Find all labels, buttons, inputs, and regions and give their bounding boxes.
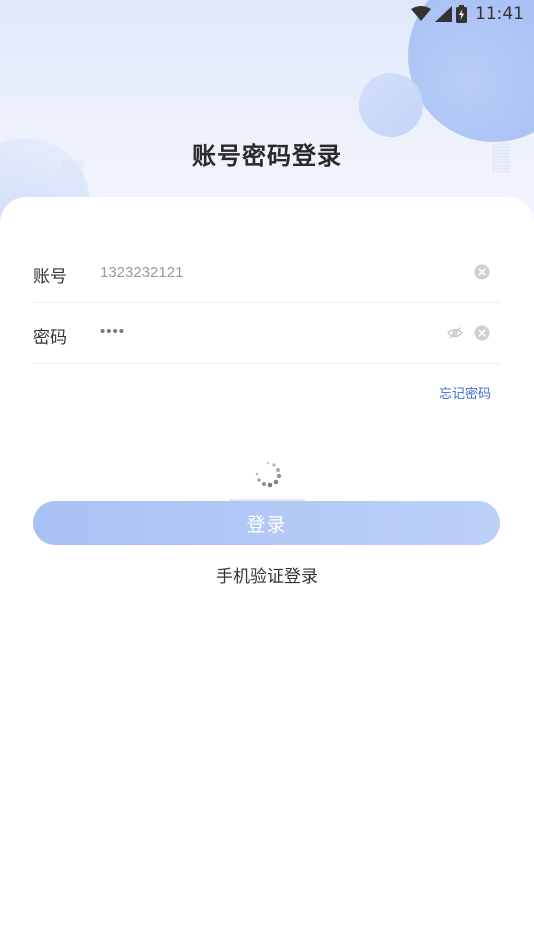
password-input[interactable]: •••• [100, 323, 125, 340]
password-row: 密码 •••• [33, 303, 500, 364]
signal-icon [435, 6, 452, 22]
status-time: 11:41 [475, 4, 524, 24]
clear-password-icon[interactable] [474, 325, 490, 341]
decorative-circle-small [359, 73, 423, 137]
login-button[interactable]: 登录 [33, 501, 500, 545]
account-input[interactable]: 1323232121 [100, 264, 183, 281]
password-label: 密码 [33, 328, 67, 348]
page-title: 账号密码登录 [192, 142, 342, 170]
account-label: 账号 [33, 267, 67, 287]
loading-spinner-icon [255, 461, 282, 488]
eye-off-icon[interactable] [447, 325, 463, 341]
status-bar: 11:41 [0, 0, 534, 28]
sms-login-link[interactable]: 手机验证登录 [0, 562, 534, 587]
wifi-icon [411, 6, 431, 21]
status-icons: 11:41 [411, 3, 524, 25]
clear-account-icon[interactable] [474, 264, 490, 280]
battery-charging-icon [456, 5, 467, 23]
account-row: 账号 1323232121 [33, 242, 500, 303]
forgot-password-link[interactable]: 忘记密码 [439, 383, 491, 402]
